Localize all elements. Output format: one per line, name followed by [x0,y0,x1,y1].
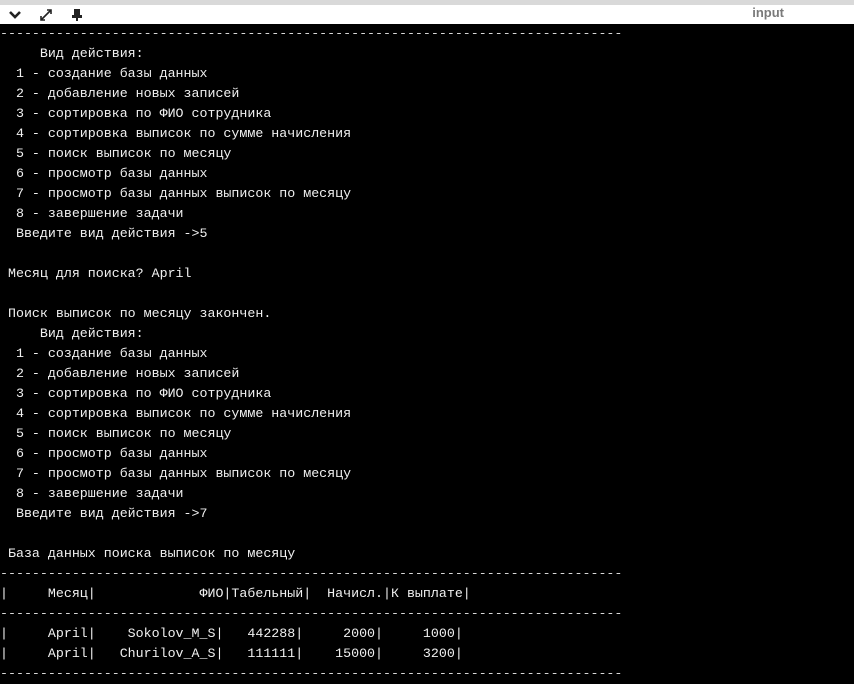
console-line: Поиск выписок по месяцу закончен. [0,306,272,321]
console-line: Вид действия: [0,46,144,61]
console-line: 7 - просмотр базы данных выписок по меся… [0,466,352,481]
console-line: 4 - сортировка выписок по сумме начислен… [0,406,352,421]
console-line: 3 - сортировка по ФИО сотрудника [0,106,272,121]
console-line: Введите вид действия ->7 [0,506,208,521]
separator-line: ----------------------------------------… [0,566,623,581]
console-line: 7 - просмотр базы данных выписок по меся… [0,186,352,201]
separator-line: ----------------------------------------… [0,666,623,681]
console-line: 5 - поиск выписок по месяцу [0,426,232,441]
collapse-arrows-icon[interactable] [37,7,55,23]
separator-line: ----------------------------------------… [0,606,623,621]
console-line: 3 - сортировка по ФИО сотрудника [0,386,272,401]
input-label[interactable]: input [752,5,784,20]
console-line: 1 - создание базы данных [0,346,208,361]
separator-line: ----------------------------------------… [0,26,623,41]
console-line: 8 - завершение задачи [0,486,184,501]
console-line: 6 - просмотр базы данных [0,166,208,181]
console-line: 1 - создание базы данных [0,66,208,81]
console-line: Месяц для поиска? April [0,266,192,281]
console-line: | April| Churilov_A_S| 111111| 15000| 32… [0,646,463,661]
console-output: ----------------------------------------… [0,24,854,681]
console-line: 2 - добавление новых записей [0,366,240,381]
console-line: 8 - завершение задачи [0,206,184,221]
console-line: 5 - поиск выписок по месяцу [0,146,232,161]
console-line: 6 - просмотр базы данных [0,446,208,461]
chevron-down-icon[interactable] [6,7,24,23]
console-line: 4 - сортировка выписок по сумме начислен… [0,126,352,141]
console-line: 2 - добавление новых записей [0,86,240,101]
console-line: База данных поиска выписок по месяцу [0,546,296,561]
console-line: | Месяц| ФИО|Табельный| Начисл.|К выплат… [0,586,471,601]
console-toolbar: input [0,0,854,24]
pin-icon[interactable] [68,7,86,23]
console-line: Вид действия: [0,326,144,341]
console-line: | April| Sokolov_M_S| 442288| 2000| 1000… [0,626,463,641]
console-line: Введите вид действия ->5 [0,226,208,241]
